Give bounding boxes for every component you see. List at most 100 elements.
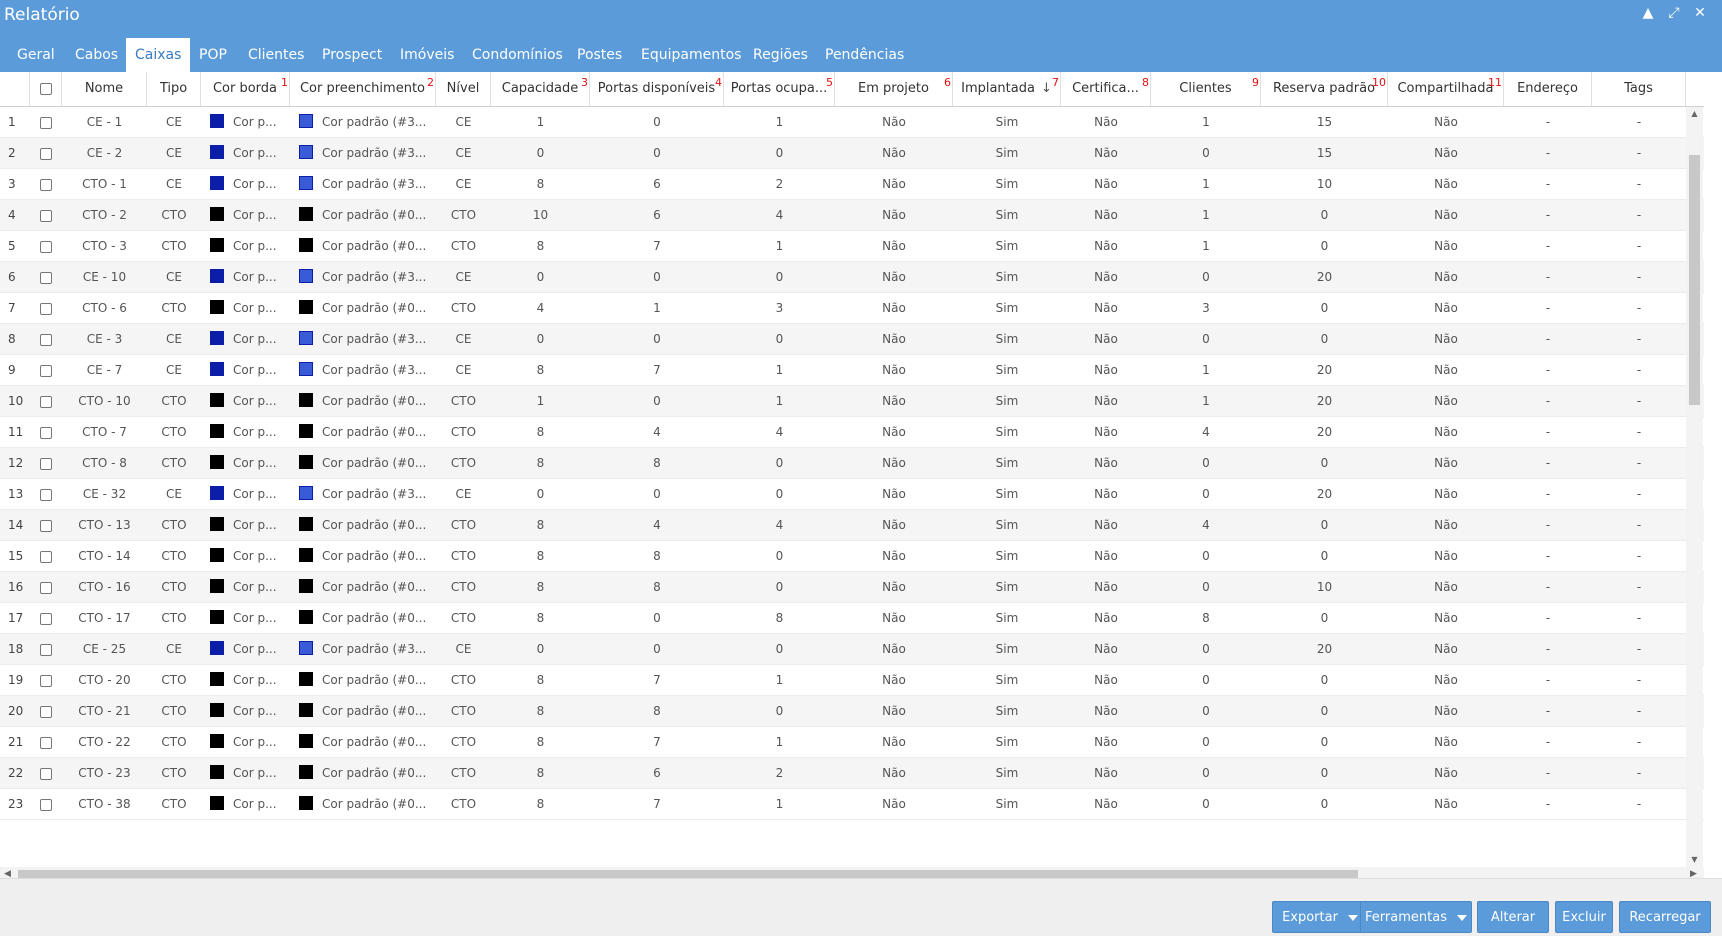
table-row[interactable]: 10 CTO - 10 CTO Cor p... Cor padrão (#0... CT… (0, 386, 1704, 417)
header-col-capacidade[interactable]: Capacidade 3 (491, 72, 590, 106)
row-checkbox[interactable] (40, 798, 52, 811)
scroll-down-icon[interactable]: ▼ (1686, 855, 1703, 864)
row-checkbox[interactable] (40, 581, 52, 594)
table-row[interactable]: 14 CTO - 13 CTO Cor p... Cor padrão (#0... CT… (0, 510, 1704, 541)
table-row[interactable]: 3 CTO - 1 CE Cor p... Cor padrão (#3... CE 8 6 2… (0, 169, 1704, 200)
table-row[interactable]: 15 CTO - 14 CTO Cor p... Cor padrão (#0... CT… (0, 541, 1704, 572)
scroll-left-icon[interactable]: ◀ (4, 869, 11, 878)
header-col-portas-ocupadas[interactable]: Portas ocupa... 5 (724, 72, 835, 106)
row-checkbox[interactable] (40, 612, 52, 625)
tab-pendências[interactable]: Pendências (816, 38, 913, 72)
tab-imóveis[interactable]: Imóveis (391, 38, 463, 72)
tab-prospect[interactable]: Prospect (313, 38, 391, 72)
cell-implantada: Sim (995, 177, 1019, 191)
table-row[interactable]: 9 CE - 7 CE Cor p... Cor padrão (#3... CE 8 7 1 N… (0, 355, 1704, 386)
table-row[interactable]: 8 CE - 3 CE Cor p... Cor padrão (#3... CE 0 0 0 N… (0, 324, 1704, 355)
row-checkbox[interactable] (40, 209, 52, 222)
row-checkbox[interactable] (40, 178, 52, 191)
table-row[interactable]: 21 CTO - 22 CTO Cor p... Cor padrão (#0... CT… (0, 727, 1704, 758)
header-col-nome[interactable]: Nome (62, 72, 147, 106)
color-label: Cor p... (233, 766, 277, 780)
tab-cabos[interactable]: Cabos (66, 38, 127, 72)
scroll-up-icon[interactable]: ▲ (1686, 109, 1703, 118)
row-checkbox[interactable] (40, 519, 52, 532)
horizontal-scroll-thumb[interactable] (18, 870, 1358, 878)
row-checkbox[interactable] (40, 674, 52, 687)
header-col-nivel[interactable]: Nível (436, 72, 491, 106)
table-row[interactable]: 17 CTO - 17 CTO Cor p... Cor padrão (#0... CT… (0, 603, 1704, 634)
table-row[interactable]: 20 CTO - 21 CTO Cor p... Cor padrão (#0... CT… (0, 696, 1704, 727)
row-checkbox[interactable] (40, 550, 52, 563)
header-col-em-projeto[interactable]: Em projeto 6 (835, 72, 953, 106)
tab-postes[interactable]: Postes (568, 38, 631, 72)
row-checkbox[interactable] (40, 488, 52, 501)
table-row[interactable]: 2 CE - 2 CE Cor p... Cor padrão (#3... CE 0 0 0 N… (0, 138, 1704, 169)
tab-caixas[interactable]: Caixas (126, 38, 191, 72)
table-row[interactable]: 19 CTO - 20 CTO Cor p... Cor padrão (#0... CT… (0, 665, 1704, 696)
cell-cor-borda: Cor p... (201, 696, 290, 727)
header-col-compartilhada[interactable]: Compartilhada 11 (1388, 72, 1504, 106)
header-col-certificada[interactable]: Certifica... 8 (1061, 72, 1151, 106)
table-row[interactable]: 5 CTO - 3 CTO Cor p... Cor padrão (#0... CTO 8… (0, 231, 1704, 262)
select-all-checkbox[interactable] (39, 82, 52, 95)
cell-tags: - (1636, 146, 1642, 160)
tab-clientes[interactable]: Clientes (239, 38, 313, 72)
row-checkbox[interactable] (40, 705, 52, 718)
close-icon[interactable]: ✕ (1692, 5, 1708, 21)
cell-nivel: CTO (450, 456, 477, 470)
header-col-cor-borda[interactable]: Cor borda 1 (201, 72, 290, 106)
table-row[interactable]: 22 CTO - 23 CTO Cor p... Cor padrão (#0... CT… (0, 758, 1704, 789)
header-col-tipo[interactable]: Tipo (147, 72, 201, 106)
table-row[interactable]: 6 CE - 10 CE Cor p... Cor padrão (#3... CE 0 0 0… (0, 262, 1704, 293)
table-row[interactable]: 1 CE - 1 CE Cor p... Cor padrão (#3... CE 1 0 1 N… (0, 107, 1704, 138)
vertical-scroll-thumb[interactable] (1689, 155, 1700, 405)
header-col-portas-disponiveis[interactable]: Portas disponíveis 4 (590, 72, 724, 106)
maximize-icon[interactable]: ⤢ (1666, 5, 1682, 21)
row-checkbox[interactable] (40, 147, 52, 160)
table-row[interactable]: 12 CTO - 8 CTO Cor p... Cor padrão (#0... CTO… (0, 448, 1704, 479)
color-label: Cor padrão (#3... (322, 146, 427, 160)
alterar-button[interactable]: Alterar (1477, 901, 1549, 933)
row-checkbox[interactable] (40, 302, 52, 315)
header-col-reserva-padrao[interactable]: Reserva padrão 10 (1261, 72, 1388, 106)
cell-nome: CE - 2 (86, 146, 123, 160)
row-checkbox[interactable] (40, 240, 52, 253)
row-checkbox[interactable] (40, 767, 52, 780)
tab-geral[interactable]: Geral (8, 38, 64, 72)
vertical-scrollbar[interactable]: ▲ ▼ (1686, 107, 1703, 867)
row-checkbox[interactable] (40, 643, 52, 656)
exportar-button[interactable]: Exportar (1272, 901, 1368, 933)
scroll-right-icon[interactable]: ▶ (1690, 869, 1697, 878)
tab-regiões[interactable]: Regiões (744, 38, 817, 72)
row-checkbox[interactable] (40, 271, 52, 284)
tab-pop[interactable]: POP (190, 38, 236, 72)
excluir-button[interactable]: Excluir (1555, 901, 1613, 933)
tab-condomínios[interactable]: Condomínios (463, 38, 572, 72)
row-checkbox[interactable] (40, 364, 52, 377)
table-row[interactable]: 13 CE - 32 CE Cor p... Cor padrão (#3... CE 0 0… (0, 479, 1704, 510)
table-row[interactable]: 18 CE - 25 CE Cor p... Cor padrão (#3... CE 0 0… (0, 634, 1704, 665)
row-checkbox[interactable] (40, 426, 52, 439)
row-checkbox[interactable] (40, 333, 52, 346)
table-row[interactable]: 11 CTO - 7 CTO Cor p... Cor padrão (#0... CTO… (0, 417, 1704, 448)
table-row[interactable]: 4 CTO - 2 CTO Cor p... Cor padrão (#0... CTO 1… (0, 200, 1704, 231)
horizontal-scrollbar[interactable]: ◀ ▶ (0, 867, 1704, 878)
recarregar-button[interactable]: Recarregar (1619, 901, 1711, 933)
header-col-implantada[interactable]: Implantada ↓ 7 (953, 72, 1061, 106)
header-col-endereco[interactable]: Endereço (1504, 72, 1592, 106)
header-col-tags[interactable]: Tags (1592, 72, 1686, 106)
table-row[interactable]: 23 CTO - 38 CTO Cor p... Cor padrão (#0... CT… (0, 789, 1704, 820)
sort-descending-icon[interactable]: ↓ (1041, 81, 1052, 96)
table-row[interactable]: 16 CTO - 16 CTO Cor p... Cor padrão (#0... CT… (0, 572, 1704, 603)
table-row[interactable]: 7 CTO - 6 CTO Cor p... Cor padrão (#0... CTO 4… (0, 293, 1704, 324)
tab-equipamentos[interactable]: Equipamentos (632, 38, 750, 72)
header-col-clientes[interactable]: Clientes 9 (1151, 72, 1261, 106)
header-col-cor-preenchimento[interactable]: Cor preenchimento 2 (290, 72, 436, 106)
ferramentas-button[interactable]: Ferramentas (1360, 901, 1472, 933)
collapse-icon[interactable]: ▲ (1640, 5, 1656, 21)
row-checkbox[interactable] (40, 116, 52, 129)
color-label: Cor padrão (#0... (322, 704, 427, 718)
row-checkbox[interactable] (40, 457, 52, 470)
row-checkbox[interactable] (40, 736, 52, 749)
row-checkbox[interactable] (40, 395, 52, 408)
